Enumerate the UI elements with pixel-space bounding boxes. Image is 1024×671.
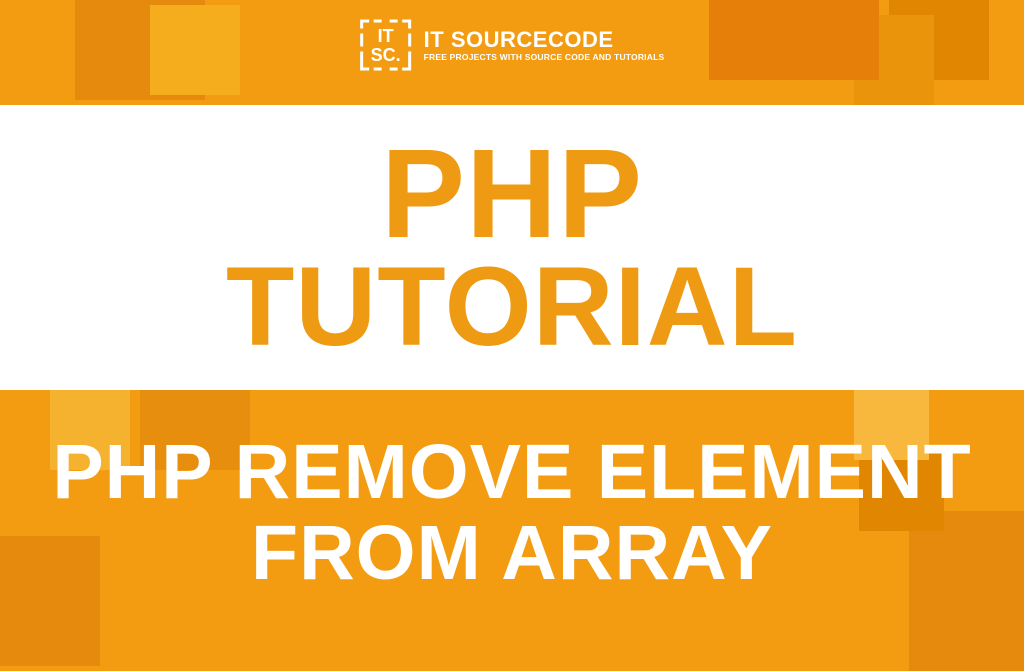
bg-decoration [75, 0, 205, 100]
subtitle-line-1: PHP REMOVE ELEMENT [52, 432, 971, 513]
bg-decoration [709, 0, 879, 80]
main-title-panel: PHP TUTORIAL [0, 105, 1024, 390]
logo-subtitle: FREE PROJECTS WITH SOURCE CODE AND TUTOR… [424, 53, 665, 62]
bg-decoration [889, 0, 989, 80]
bg-decoration [854, 15, 934, 115]
logo-section: IT SC. IT SOURCECODE FREE PROJECTS WITH … [360, 15, 665, 75]
subtitle-line-2: FROM ARRAY [251, 513, 773, 594]
main-title-line-1: PHP [381, 134, 643, 254]
logo-title: IT SOURCECODE [424, 29, 665, 51]
subtitle-section: PHP REMOVE ELEMENT FROM ARRAY [0, 410, 1024, 616]
main-title-line-2: TUTORIAL [226, 254, 798, 360]
logo-icon: IT SC. [360, 15, 412, 75]
logo-text: IT SOURCECODE FREE PROJECTS WITH SOURCE … [424, 29, 665, 62]
svg-text:IT: IT [378, 26, 394, 46]
bg-decoration [150, 5, 240, 95]
svg-text:SC.: SC. [371, 45, 401, 65]
